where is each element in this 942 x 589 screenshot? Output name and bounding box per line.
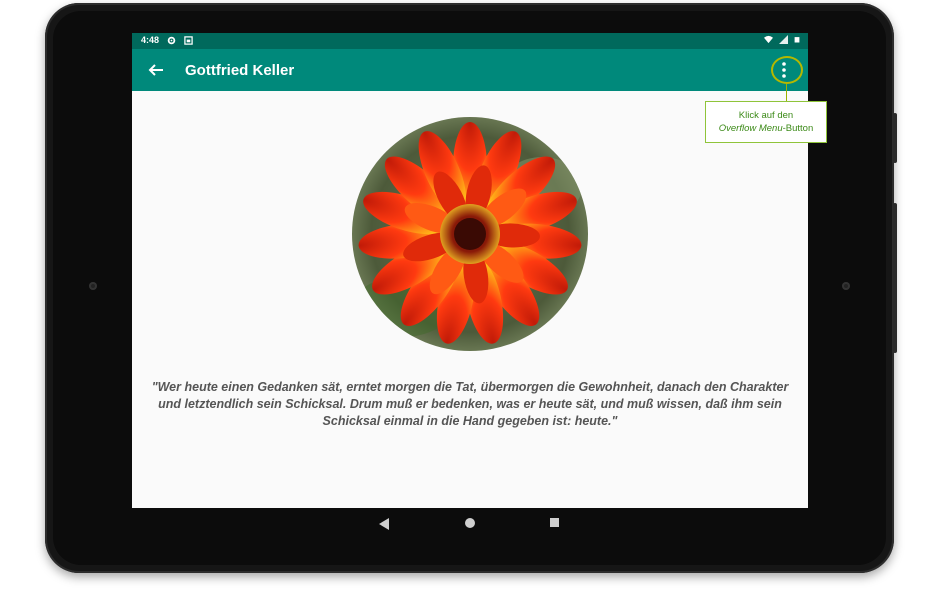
callout-box: Klick auf den Overflow Menu-Button (705, 101, 827, 143)
callout-connector (786, 84, 787, 102)
status-bar: 4:48 (132, 33, 808, 49)
status-time: 4:48 (141, 35, 160, 45)
wifi-icon (764, 35, 773, 44)
front-camera (89, 282, 97, 290)
system-nav-bar (132, 508, 808, 540)
power-button (893, 113, 897, 163)
callout-line2: Overflow Menu-Button (706, 122, 826, 135)
gear-icon (167, 36, 176, 44)
screenshot-icon (184, 35, 193, 45)
nav-recents-icon[interactable] (550, 518, 559, 527)
battery-icon (794, 37, 800, 43)
nav-home-icon[interactable] (465, 518, 475, 528)
page-title: Gottfried Keller (185, 62, 295, 79)
signal-icon (779, 35, 788, 44)
callout-line1: Klick auf den (738, 110, 794, 121)
callout-line2-italic: Overflow Menu (718, 123, 783, 134)
sensor-dot (842, 282, 850, 290)
flower-photo (352, 117, 588, 351)
callout-line2-rest: -Button (782, 123, 814, 134)
quote-text: "Wer heute einen Gedanken sät, erntet mo… (151, 380, 789, 428)
app-bar: Gottfried Keller (132, 49, 808, 91)
overflow-highlight-ring (771, 56, 803, 84)
nav-back-icon[interactable] (378, 517, 390, 531)
arrow-back-icon[interactable] (146, 61, 166, 79)
volume-button (893, 203, 897, 353)
